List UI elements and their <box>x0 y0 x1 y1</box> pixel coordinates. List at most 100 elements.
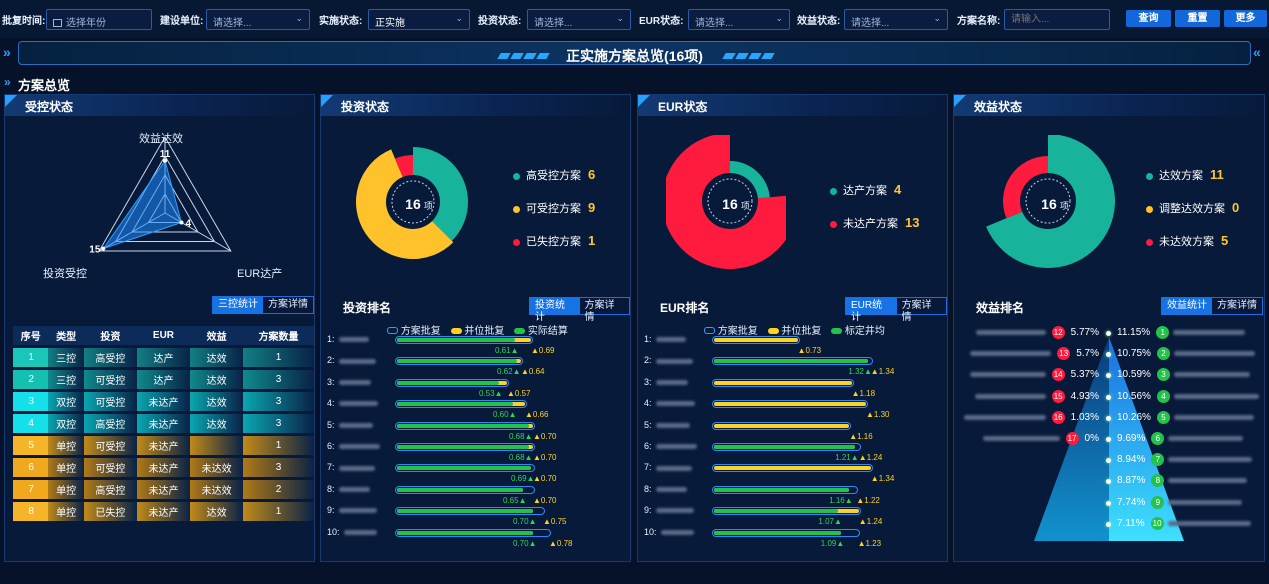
table-cell: 4 <box>13 414 49 433</box>
benefit-status-label: 效益状态: <box>797 16 841 27</box>
radar-point <box>179 220 184 225</box>
table-cell: 达效 <box>190 414 244 433</box>
benefit-value: 8.87% <box>1117 475 1146 487</box>
legend-dot <box>1146 238 1153 246</box>
rank-label: 5: <box>644 420 690 430</box>
table-header-cell: 效益 <box>190 326 244 345</box>
query-button[interactable]: 查询 <box>1126 10 1171 27</box>
tab-details[interactable]: 方案详情 <box>896 298 946 323</box>
table-row[interactable]: 1 三控 高受控 达产 达效 1 <box>13 348 314 367</box>
bar-value-left: 0.70▲ <box>513 538 537 548</box>
bar-actual <box>397 487 523 492</box>
tab-stats[interactable]: 投资统计 <box>530 298 580 323</box>
legend-item: 达效方案 11 <box>1146 167 1224 183</box>
rank-label: 8: <box>644 484 687 494</box>
table-cell: 可受控 <box>83 392 137 411</box>
rank-label: 6: <box>327 441 380 451</box>
bar-value-left: 1.09▲ <box>820 538 845 548</box>
table-header-cell: 序号 <box>13 326 49 345</box>
impl-status-select[interactable]: 正实施 ⌄ <box>368 9 470 30</box>
legend-dot <box>513 172 520 180</box>
bar-actual <box>397 445 529 449</box>
eur-status-select[interactable]: 请选择... ⌄ <box>688 9 790 30</box>
rank-number: 6: <box>644 441 652 451</box>
table-row[interactable]: 8 单控 已失控 未达产 达效 1 <box>13 502 314 521</box>
legend-label: 调整达效方案 <box>1159 203 1225 215</box>
invest-status-select[interactable]: 请选择... ⌄ <box>527 9 631 30</box>
tab-stats[interactable]: 效益统计 <box>1162 298 1212 314</box>
radar-chart: 11 4 15 <box>89 136 232 256</box>
rank-number: 1: <box>644 334 652 344</box>
donut-center-label: 16 项 <box>710 196 762 212</box>
rank-badge: 7 <box>1151 453 1165 467</box>
table-cell: 达效 <box>190 502 244 521</box>
table-row[interactable]: 2 三控 可受控 达产 达效 3 <box>13 370 314 389</box>
pyramid-left-item: 14 5.37% <box>966 368 1099 382</box>
legend-label: 实际结算 <box>527 326 568 337</box>
legend-item: 达产方案 4 <box>830 182 901 198</box>
table-cell: 达产 <box>136 348 191 367</box>
bar-actual <box>714 445 856 449</box>
chart-legend: 方案批复 并位批复 实际结算 <box>387 322 568 337</box>
table-cell: 双控 <box>48 392 84 411</box>
table-cell: 2 <box>243 480 314 499</box>
rank-label: 10: <box>327 527 377 537</box>
tab-stats[interactable]: 三控统计 <box>213 297 263 313</box>
rank-name-redacted <box>343 529 377 535</box>
pyramid-left-item: 13 5.7% <box>966 347 1099 361</box>
panel-header: EUR状态 <box>638 95 947 116</box>
chevron-down-icon: ⌄ <box>933 13 941 23</box>
rank-name-redacted <box>655 401 695 407</box>
table-cell: 三控 <box>48 348 84 367</box>
rank-label: 3: <box>644 377 688 387</box>
rank-name-redacted <box>660 529 694 535</box>
rank-label: 1: <box>644 334 686 344</box>
collapse-right-icon[interactable]: « <box>1253 44 1261 60</box>
benefit-value: 1.03% <box>1070 411 1099 423</box>
benefit-status-select[interactable]: 请选择... ⌄ <box>844 9 948 30</box>
table-cell: 3 <box>243 458 314 477</box>
rank-number: 6: <box>327 441 335 451</box>
table-row[interactable]: 4 双控 高受控 未达产 达效 3 <box>13 414 314 433</box>
tab-details[interactable]: 方案详情 <box>1212 298 1262 314</box>
tab-stats[interactable]: EUR统计 <box>846 298 897 323</box>
build-unit-select[interactable]: 请选择... ⌄ <box>206 9 310 30</box>
bar-well-approval <box>714 380 852 385</box>
table-row[interactable]: 6 单控 可受控 未达产 未达效 3 <box>13 458 314 477</box>
eur-status-panel: EUR状态 16 项 达产方案 4 未达产方案 13 EUR排名 EUR统计 方案详情… <box>637 94 948 562</box>
chevron-down-icon: ⌄ <box>616 13 624 23</box>
rank-badge: 1 <box>1156 326 1170 339</box>
table-cell <box>190 436 244 455</box>
more-button[interactable]: 更多 <box>1224 10 1267 27</box>
legend-swatch <box>704 327 715 334</box>
pyramid-right-item: 7.11% 10 <box>1117 516 1251 530</box>
approve-time-picker[interactable]: 选择年份 <box>46 9 152 30</box>
table-row[interactable]: 7 单控 高受控 未达产 未达效 2 <box>13 480 314 499</box>
table-cell: 未达效 <box>190 480 244 499</box>
reset-button[interactable]: 重置 <box>1175 10 1220 27</box>
rank-number: 7: <box>327 462 335 473</box>
collapse-left-icon[interactable]: » <box>3 44 11 60</box>
legend-item: 已失控方案 1 <box>513 233 595 249</box>
tab-details[interactable]: 方案详情 <box>579 298 629 323</box>
table-header-cell: EUR <box>136 326 191 345</box>
bar-value-right: ▲1.16 <box>849 431 873 441</box>
plan-name-input[interactable] <box>1004 9 1110 30</box>
bar-actual <box>714 359 869 364</box>
rank-name-redacted <box>963 414 1046 420</box>
rank-name-redacted <box>338 401 378 407</box>
pyramid-node <box>1106 394 1111 400</box>
control-status-panel: 受控状态 11 4 15 效益达效 EUR达产 投资受控 三控统计 方案详情 序号类… <box>4 94 315 562</box>
table-cell: 未达产 <box>136 436 191 455</box>
table-cell: 6 <box>13 458 49 477</box>
table-row[interactable]: 3 双控 可受控 未达产 达效 3 <box>13 392 314 411</box>
table-cell: 未达产 <box>136 414 191 433</box>
rank-number: 9: <box>327 505 335 516</box>
tab-details[interactable]: 方案详情 <box>263 297 313 313</box>
bar-value-right: ▲0.57 <box>507 388 531 398</box>
table-row[interactable]: 5 单控 可受控 未达产 1 <box>13 436 314 455</box>
rank-name-redacted <box>655 508 694 514</box>
pyramid-left-item: 16 1.03% <box>960 410 1099 424</box>
donut-center-label: 16 项 <box>1029 196 1081 212</box>
benefit-value: 10.75% <box>1117 348 1151 360</box>
